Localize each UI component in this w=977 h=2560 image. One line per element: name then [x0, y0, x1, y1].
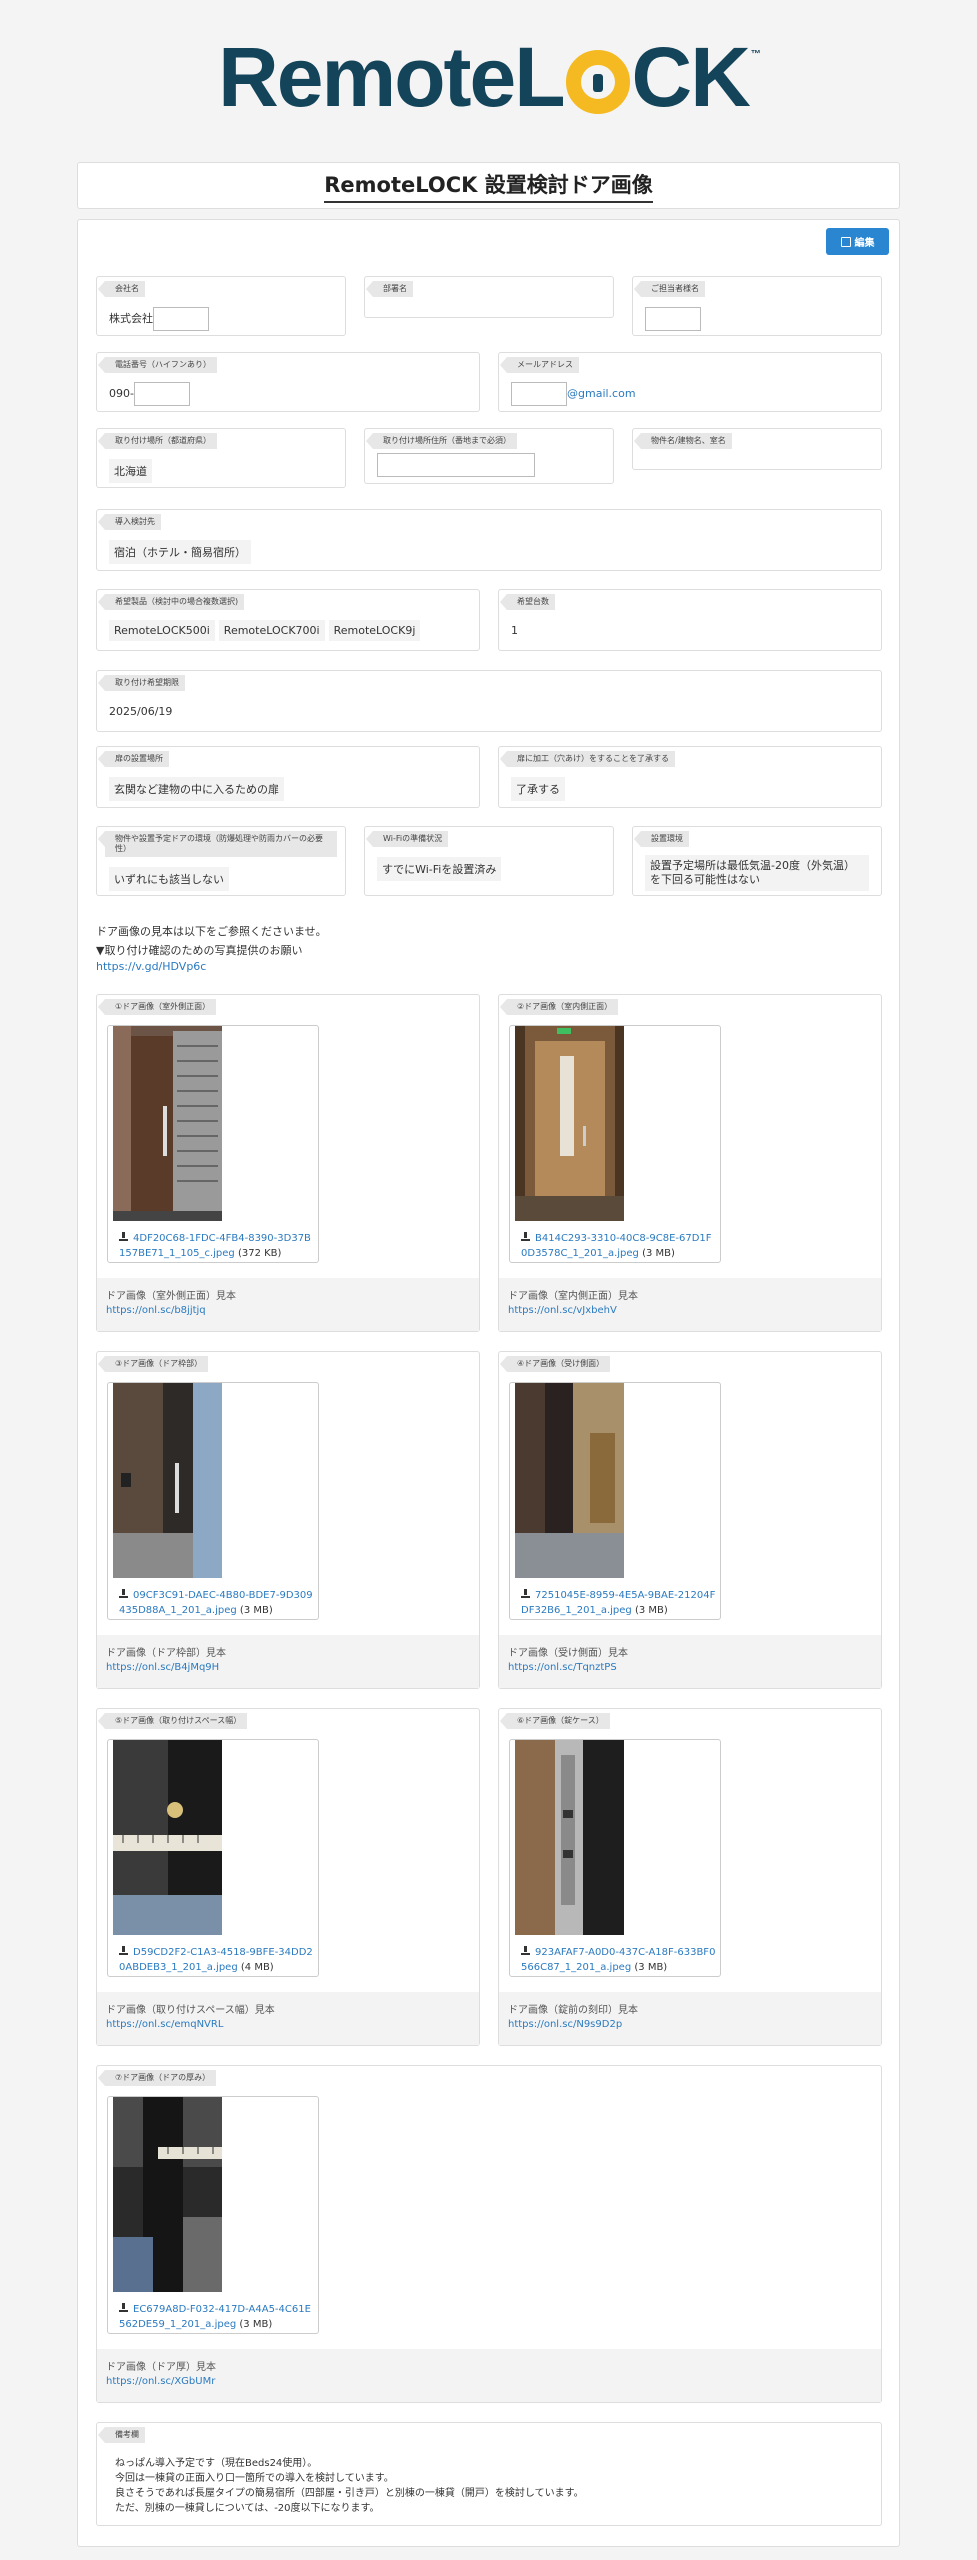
contact-input[interactable]	[645, 307, 701, 331]
image-file-link[interactable]: 4DF20C68-1FDC-4FB4-8390-3D37B157BE71_1_1…	[119, 1233, 311, 1259]
door-image-section-3: ③ドア画像（ドア枠部） 09CF3C91-DAEC-4B80-BDE7-9D30…	[96, 1351, 480, 1689]
sample-box: ドア画像（ドア枠部）見本 https://onl.sc/B4jMq9H	[97, 1635, 479, 1688]
door-image-section-1: ①ドア画像（室外側正面） 4DF20C68-1FDC-4FB4-8390-3D3…	[96, 994, 480, 1332]
sample-link[interactable]: https://onl.sc/N9s9D2p	[508, 2019, 622, 2030]
sample-link[interactable]: https://onl.sc/XGbUMr	[106, 2376, 215, 2387]
sample-link[interactable]: https://onl.sc/B4jMq9H	[106, 1662, 219, 1673]
memo-field: 備考欄 ねっぱん導入予定です（現在Beds24使用）。 今回は一棟貸の正面入り口…	[96, 2422, 882, 2526]
email-field: メールアドレス @gmail.com	[498, 352, 882, 412]
download-icon	[119, 1589, 128, 1598]
edit-icon	[840, 236, 851, 247]
sample-box: ドア画像（室内側正面）見本 https://onl.sc/vJxbehV	[499, 1278, 881, 1331]
image-card[interactable]: B414C293-3310-40C8-9C8E-67D1F0D3578C_1_2…	[509, 1025, 721, 1263]
door-image-section-7: ⑦ドア画像（ドアの厚み） EC679A8D-F032-417D-A4A5-4C6…	[96, 2065, 882, 2403]
door-drilling-field: 扉に加工（穴あけ）をすることを了承する 了承する	[498, 746, 882, 808]
door-photo[interactable]	[113, 1026, 222, 1221]
company-field: 会社名 株式会社	[96, 276, 346, 336]
door-photo[interactable]	[515, 1026, 624, 1221]
image-file-link[interactable]: EC679A8D-F032-417D-A4A5-4C61E562DE59_1_2…	[119, 2304, 311, 2330]
door-location-field: 扉の設置場所 玄関など建物の中に入るための扉	[96, 746, 480, 808]
image-file-link[interactable]: B414C293-3310-40C8-9C8E-67D1F0D3578C_1_2…	[521, 1233, 712, 1259]
email-input[interactable]	[511, 382, 567, 406]
image-card[interactable]: D59CD2F2-C1A3-4518-9BFE-34DD20ABDEB3_1_2…	[107, 1739, 319, 1977]
sample-box: ドア画像（取り付けスペース幅）見本 https://onl.sc/emqNVRL	[97, 1992, 479, 2045]
sample-box: ドア画像（受け側面）見本 https://onl.sc/TqnztPS	[499, 1635, 881, 1688]
image-file-link[interactable]: D59CD2F2-C1A3-4518-9BFE-34DD20ABDEB3_1_2…	[119, 1947, 313, 1973]
logo: Remote L CK ™	[218, 30, 761, 124]
address-field: 取り付け場所住所（番地まで必須）	[364, 428, 614, 484]
install-env-field: 設置環境 設置予定場所は最低気温-20度（外気温）を下回る可能性はない	[632, 826, 882, 896]
email-link[interactable]: @gmail.com	[567, 387, 636, 400]
sample-link[interactable]: https://onl.sc/emqNVRL	[106, 2019, 223, 2030]
lock-o-icon	[565, 49, 630, 114]
image-file-link[interactable]: 7251045E-8959-4E5A-9BAE-21204FDF32B6_1_2…	[521, 1590, 715, 1616]
title-card: RemoteLOCK 設置検討ドア画像	[77, 162, 900, 209]
door-image-section-2: ②ドア画像（室内側正面） B414C293-3310-40C8-9C8E-67D…	[498, 994, 882, 1332]
door-photo[interactable]	[113, 1740, 222, 1935]
sample-link[interactable]: https://onl.sc/vJxbehV	[508, 1305, 617, 1316]
download-icon	[521, 1946, 530, 1955]
door-photo[interactable]	[113, 2097, 222, 2292]
property-field: 物件名/建物名、室名	[632, 428, 882, 470]
image-card[interactable]: 09CF3C91-DAEC-4B80-BDE7-9D309435D88A_1_2…	[107, 1382, 319, 1620]
page-title: RemoteLOCK 設置検討ドア画像	[324, 169, 653, 203]
image-file-link[interactable]: 09CF3C91-DAEC-4B80-BDE7-9D309435D88A_1_2…	[119, 1590, 313, 1616]
department-field: 部署名	[364, 276, 614, 318]
install-date-field: 取り付け希望期限 2025/06/19	[96, 670, 882, 732]
phone-field: 電話番号（ハイフンあり） 090-	[96, 352, 480, 412]
download-icon	[521, 1589, 530, 1598]
form-card: 編集 会社名 株式会社 部署名 ご担当者様名 電話番号（ハイフンあり） 090-…	[77, 219, 900, 2547]
sample-box: ドア画像（ドア厚）見本 https://onl.sc/XGbUMr	[97, 2349, 881, 2402]
door-photo[interactable]	[515, 1740, 624, 1935]
quantity-field: 希望台数 1	[498, 589, 882, 651]
environment-field: 物件や設置予定ドアの環境（防爆処理や防雨カバーの必要性） いずれにも該当しない	[96, 826, 346, 896]
sample-guide-link[interactable]: https://v.gd/HDVp6c	[96, 960, 206, 973]
download-icon	[119, 2303, 128, 2312]
door-photo[interactable]	[113, 1383, 222, 1578]
sample-link[interactable]: https://onl.sc/b8jjtjq	[106, 1305, 206, 1316]
phone-input[interactable]	[133, 382, 190, 406]
company-input[interactable]	[153, 307, 209, 331]
memo-text: ねっぱん導入予定です（現在Beds24使用）。 今回は一棟貸の正面入り口一箇所で…	[115, 2458, 584, 2514]
address-input[interactable]	[377, 453, 535, 477]
edit-button[interactable]: 編集	[826, 228, 889, 255]
sample-box: ドア画像（室外側正面）見本 https://onl.sc/b8jjtjq	[97, 1278, 479, 1331]
download-icon	[119, 1232, 128, 1241]
target-field: 導入検討先 宿泊（ホテル・簡易宿所）	[96, 509, 882, 571]
door-photo[interactable]	[515, 1383, 624, 1578]
download-icon	[119, 1946, 128, 1955]
image-card[interactable]: 7251045E-8959-4E5A-9BAE-21204FDF32B6_1_2…	[509, 1382, 721, 1620]
sample-box: ドア画像（錠前の刻印）見本 https://onl.sc/N9s9D2p	[499, 1992, 881, 2045]
door-image-section-5: ⑤ドア画像（取り付けスペース幅） D59CD2F2-C1A3-4518-9BFE…	[96, 1708, 480, 2046]
products-field: 希望製品（検討中の場合複数選択) RemoteLOCK500i RemoteLOC…	[96, 589, 480, 651]
sample-link[interactable]: https://onl.sc/TqnztPS	[508, 1662, 617, 1673]
wifi-field: Wi-Fiの準備状況 すでにWi-Fiを設置済み	[364, 826, 614, 896]
image-card[interactable]: 4DF20C68-1FDC-4FB4-8390-3D37B157BE71_1_1…	[107, 1025, 319, 1263]
image-file-link[interactable]: 923AFAF7-A0D0-437C-A18F-633BF0566C87_1_2…	[521, 1947, 715, 1973]
prefecture-field: 取り付け場所（都道府県） 北海道	[96, 428, 346, 488]
door-image-section-4: ④ドア画像（受け側面） 7251045E-8959-4E5A-9BAE-2120…	[498, 1351, 882, 1689]
image-card[interactable]: EC679A8D-F032-417D-A4A5-4C61E562DE59_1_2…	[107, 2096, 319, 2334]
door-image-section-6: ⑥ドア画像（錠ケース） 923AFAF7-A0D0-437C-A18F-633B…	[498, 1708, 882, 2046]
image-card[interactable]: 923AFAF7-A0D0-437C-A18F-633BF0566C87_1_2…	[509, 1739, 721, 1977]
download-icon	[521, 1232, 530, 1241]
contact-field: ご担当者様名	[632, 276, 882, 336]
